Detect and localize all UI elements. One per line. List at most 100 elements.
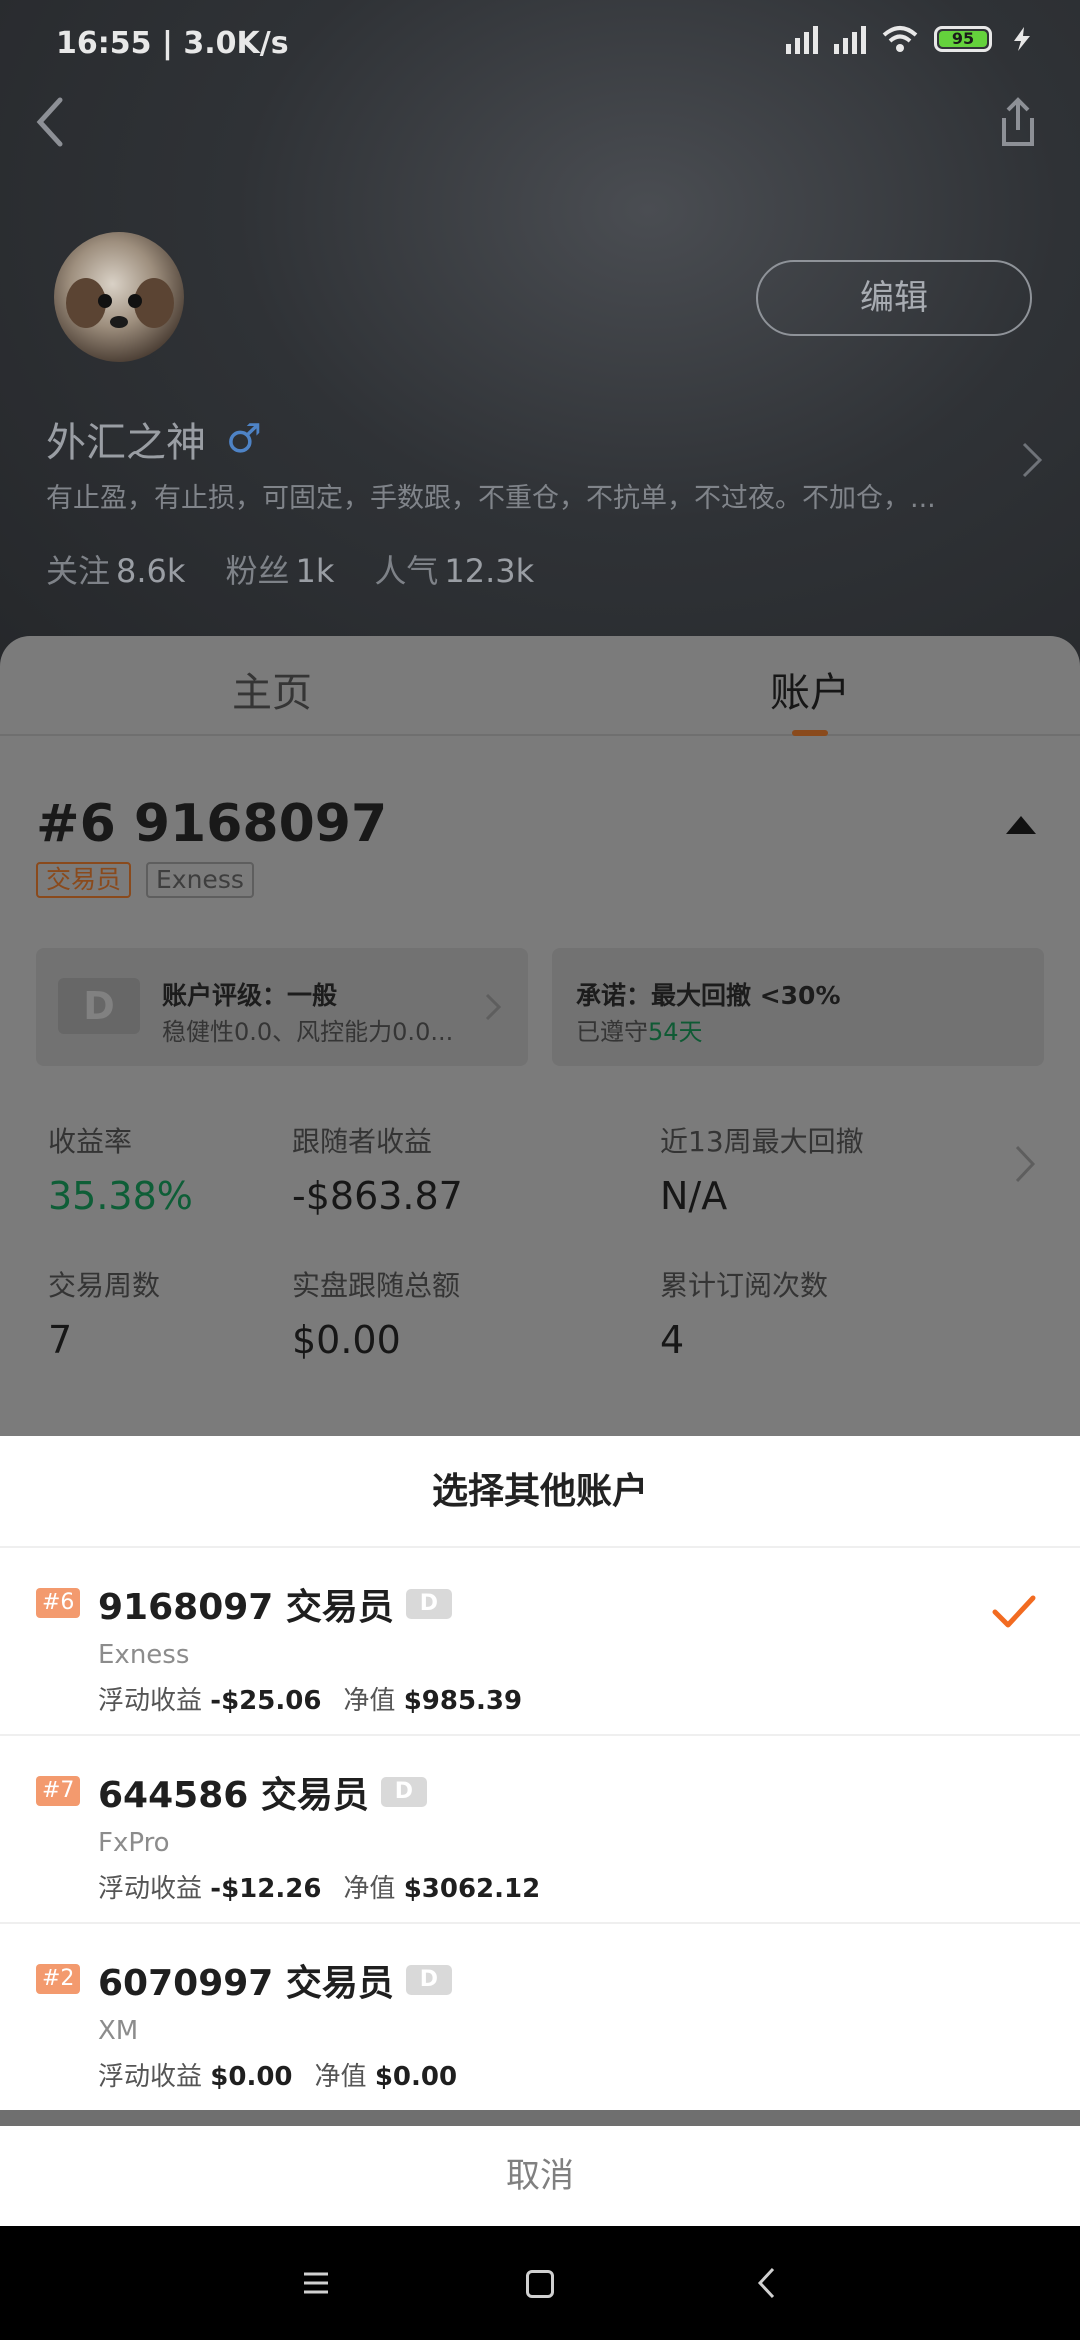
promise-sub: 已遵守54天 [576,1012,703,1047]
metric-label: 交易周数 [48,1269,161,1302]
signal-icon [834,24,866,54]
battery-level: 95 [939,31,987,47]
chevron-right-icon [485,993,502,1021]
stat-following[interactable]: 关注 8.6k [46,546,185,592]
account-option-name: 644586 交易员 [98,1775,369,1816]
tab-bar: 主页 账户 [0,636,1080,736]
float-value: -$12.26 [210,1874,322,1904]
account-index-badge: #6 [36,1588,81,1618]
metric-follower-profit: 跟随者收益 -$863.87 [292,1120,463,1218]
metric-follow-total: 实盘跟随总额 $0.00 [292,1264,460,1362]
grade-badge: D [380,1777,427,1807]
tab-home[interactable]: 主页 [232,660,312,718]
float-value: $0.00 [210,2062,293,2092]
caret-up-icon[interactable] [1006,816,1036,834]
account-option-broker: FxPro [98,1828,170,1858]
avatar-nose [110,316,128,328]
metric-value: 35.38% [48,1174,193,1218]
metric-label: 跟随者收益 [292,1125,433,1158]
float-value: -$25.06 [210,1686,322,1716]
account-option[interactable]: #7 644586 交易员 D FxPro 浮动收益 -$12.26 净值 $30… [0,1738,1080,1924]
account-rating-box[interactable]: D 账户评级：一般 稳健性0.0、风控能力0.0... [36,948,528,1066]
promise-days: 54天 [648,1018,703,1046]
avatar[interactable] [54,232,184,362]
stat-fans[interactable]: 粉丝 1k [225,546,334,592]
promise-title: 承诺：最大回撤 <30% [576,981,841,1010]
metric-value: 4 [660,1318,685,1362]
account-option-title: 9168097 交易员 D [98,1578,452,1630]
sheet-divider [0,2110,1080,2126]
grade-badge: D [405,1589,452,1619]
metric-label: 累计订阅次数 [660,1269,829,1302]
metric-value: 7 [48,1318,73,1362]
float-label: 浮动收益 [98,1686,203,1716]
stat-value: 8.6k [116,552,186,590]
metric-value: $0.00 [292,1318,401,1362]
rating-title: 账户评级：一般 [162,981,338,1010]
battery-icon: 95 [934,26,992,52]
tag-broker: Exness [146,862,254,898]
stat-label: 关注 [46,552,111,590]
nickname-text: 外汇之神 [46,420,206,466]
share-icon[interactable] [996,96,1040,150]
account-option-stats: 浮动收益 -$12.26 净值 $3062.12 [98,1868,562,1905]
account-option-stats: 浮动收益 -$25.06 净值 $985.39 [98,1680,544,1717]
tab-account[interactable]: 账户 [770,660,850,718]
account-option[interactable]: #6 9168097 交易员 D Exness 浮动收益 -$25.06 净值 $… [0,1550,1080,1736]
float-label: 浮动收益 [98,2062,203,2092]
chevron-right-icon[interactable] [1014,1144,1036,1184]
equity-label: 净值 [343,1686,396,1716]
account-option-name: 6070997 交易员 [98,1963,394,2004]
edit-profile-button[interactable]: 编辑 [756,260,1032,336]
metric-return-rate: 收益率 35.38% [48,1120,193,1218]
wifi-icon [882,26,918,52]
account-option-title: 644586 交易员 D [98,1766,427,1818]
account-option-name: 9168097 交易员 [98,1587,394,1628]
avatar-eye [128,294,142,308]
charging-icon [1014,27,1030,51]
cancel-button[interactable]: 取消 [0,2126,1080,2226]
float-label: 浮动收益 [98,1874,203,1904]
checkmark-icon [992,1595,1036,1628]
metric-label: 近13周最大回撤 [660,1125,864,1158]
tag-trader: 交易员 [36,862,132,898]
stat-label: 粉丝 [225,552,290,590]
metric-subscriptions: 累计订阅次数 4 [660,1264,828,1362]
metric-max-drawdown[interactable]: 近13周最大回撤 N/A [660,1120,864,1218]
chevron-right-icon[interactable] [1020,440,1044,480]
stat-value: 1k [295,552,335,590]
equity-value: $0.00 [374,2062,458,2092]
sheet-title: 选择其他账户 [0,1436,1080,1548]
metric-value: -$863.87 [292,1174,463,1218]
metric-label: 收益率 [48,1125,133,1158]
account-option-broker: XM [98,2016,139,2046]
back-arrow-icon[interactable] [30,92,70,152]
menu-icon[interactable] [302,2270,330,2296]
tab-indicator [792,730,828,736]
account-option[interactable]: #2 6070997 交易员 D XM 浮动收益 $0.00 净值 $0.00 [0,1926,1080,2112]
home-icon[interactable] [526,2270,554,2298]
status-time: 16:55 | 3.0K/s [56,26,289,61]
account-option-stats: 浮动收益 $0.00 净值 $0.00 [98,2056,479,2093]
account-card: 主页 账户 #6 9168097 交易员 Exness D 账户评级：一般 稳健… [0,636,1080,1436]
grade-badge: D [58,978,140,1034]
system-nav-bar [0,2226,1080,2340]
male-icon: ♂ [226,416,262,462]
back-icon[interactable] [756,2266,776,2300]
metric-label: 实盘跟随总额 [292,1269,461,1302]
nickname: 外汇之神 ♂ [46,410,262,468]
equity-value: $985.39 [403,1686,523,1716]
rating-sub: 稳健性0.0、风控能力0.0... [162,1018,454,1046]
account-index-badge: #7 [36,1776,81,1806]
metric-trading-weeks: 交易周数 7 [48,1264,160,1362]
account-option-broker: Exness [98,1640,190,1670]
account-title: #6 9168097 [36,794,388,854]
bio-text[interactable]: 有止盈，有止损，可固定，手数跟，不重仓，不抗单，不过夜。不加仓，... [46,476,976,515]
profile-stats: 关注 8.6k 粉丝 1k 人气 12.3k [46,546,534,592]
equity-value: $3062.12 [403,1874,541,1904]
grade-badge: D [405,1965,452,1995]
avatar-eye [98,294,112,308]
select-account-sheet: 选择其他账户 #6 9168097 交易员 D Exness 浮动收益 -$25… [0,1436,1080,2126]
stat-value: 12.3k [444,552,535,590]
stat-label: 人气 [374,552,439,590]
